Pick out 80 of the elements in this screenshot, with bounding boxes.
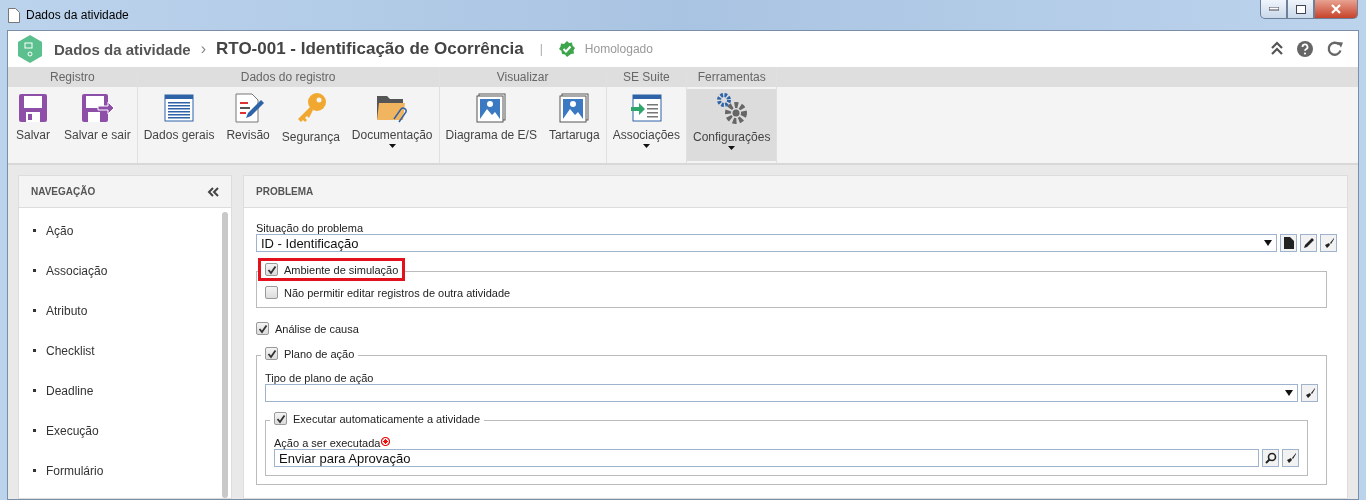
checkbox-label: Executar automaticamente a atividade: [293, 412, 481, 425]
ribbon-button[interactable]: Salvar: [8, 89, 58, 161]
help-icon[interactable]: [1297, 41, 1313, 57]
brush-icon: [1322, 237, 1335, 249]
minimize-icon: [1268, 7, 1279, 11]
dropdown-arrow-icon[interactable]: [1264, 240, 1272, 246]
ribbon-button[interactable]: Configurações: [687, 89, 777, 161]
refresh-icon[interactable]: [1327, 41, 1344, 57]
select-field[interactable]: ID - Identificação: [256, 234, 1277, 252]
panel-title: PROBLEMA: [256, 186, 314, 197]
ribbon-group-label: Dados do registro: [137, 67, 439, 87]
ribbon-button[interactable]: Dados gerais: [137, 89, 221, 161]
navigation-item[interactable]: Atributo: [33, 302, 231, 319]
breadcrumb-separator: ›: [200, 40, 207, 58]
clear-button[interactable]: [1282, 449, 1299, 467]
maximize-icon: [1295, 4, 1306, 14]
document-icon: [1283, 237, 1294, 249]
ribbon-group-label: Ferramentas: [687, 67, 777, 87]
ribbon-button[interactable]: Salvar e sair: [58, 89, 137, 161]
checkbox-label: Ambiente de simulação: [284, 263, 399, 276]
field-label: Ação a ser executada: [274, 437, 1299, 449]
brush-icon: [1284, 452, 1297, 464]
checkbox[interactable]: [265, 263, 278, 276]
field-label: Situação do problema: [256, 222, 364, 234]
checkbox-label: Não permitir editar registros de outra atividade: [284, 286, 511, 299]
ribbon-group-label: SE Suite: [606, 67, 686, 87]
ribbon-button[interactable]: Diagrama de E/S: [439, 89, 543, 161]
checkbox[interactable]: [256, 322, 269, 335]
checkbox[interactable]: [274, 412, 287, 425]
close-button[interactable]: [1314, 0, 1358, 19]
status-label: Homologado: [584, 42, 653, 56]
maximize-button[interactable]: [1287, 0, 1314, 19]
pencil-icon: [1302, 237, 1315, 249]
scrollbar[interactable]: [222, 212, 228, 498]
floppy-disk-arrow-icon: [80, 92, 115, 124]
clear-button[interactable]: [1320, 234, 1337, 252]
search-icon: [1264, 452, 1277, 464]
navigation-item[interactable]: Ação: [33, 222, 231, 239]
text-field[interactable]: Enviar para Aprovação: [274, 449, 1259, 467]
field-label: Tipo de plano de ação: [265, 372, 375, 384]
ribbon-button[interactable]: Documentação: [345, 89, 439, 161]
ribbon-button[interactable]: Associações: [606, 89, 686, 161]
new-document-button[interactable]: [1280, 234, 1297, 252]
header-divider: |: [539, 42, 543, 56]
window-title: Dados da atividade: [26, 8, 129, 22]
form-icon: [163, 92, 196, 124]
gears-icon: [714, 92, 749, 126]
checkbox-label: Análise de causa: [275, 322, 359, 335]
verified-badge-icon: [558, 41, 575, 57]
navigation-item[interactable]: Formulário: [33, 462, 231, 479]
app-logo-icon: [16, 34, 44, 64]
navigation-item[interactable]: Associação: [33, 262, 231, 279]
checkbox[interactable]: [265, 286, 278, 299]
checkbox-label: Plano de ação: [284, 347, 355, 360]
select-field[interactable]: [265, 384, 1298, 402]
image-icon: [558, 92, 591, 124]
image-icon: [475, 92, 508, 124]
search-button[interactable]: [1262, 449, 1279, 467]
edit-button[interactable]: [1300, 234, 1317, 252]
ribbon-group-label: Registro: [8, 67, 137, 87]
minimize-button[interactable]: [1260, 0, 1287, 19]
ribbon-button[interactable]: Segurança: [275, 89, 346, 161]
ribbon-button[interactable]: Tartaruga: [542, 89, 606, 161]
close-icon: [1331, 4, 1341, 14]
clear-button[interactable]: [1301, 384, 1318, 402]
record-title: RTO-001 - Identificação de Ocorrência: [216, 39, 524, 59]
breadcrumb-link[interactable]: Dados da atividade: [54, 40, 191, 58]
checkbox[interactable]: [265, 347, 278, 360]
navigation-item[interactable]: Checklist: [33, 342, 231, 359]
ribbon-button[interactable]: Revisão: [220, 89, 276, 161]
dropdown-arrow-icon[interactable]: [1285, 390, 1293, 396]
document-pencil-icon: [232, 92, 265, 124]
collapse-left-icon[interactable]: [207, 186, 219, 197]
panel-title: NAVEGAÇÃO: [31, 186, 96, 197]
document-icon: [8, 7, 20, 23]
ribbon-group-label: Visualizar: [439, 67, 606, 87]
brush-icon: [1303, 387, 1316, 399]
collapse-up-icon[interactable]: [1271, 41, 1283, 55]
navigation-item[interactable]: Deadline: [33, 382, 231, 399]
navigation-item[interactable]: Execução: [33, 422, 231, 439]
